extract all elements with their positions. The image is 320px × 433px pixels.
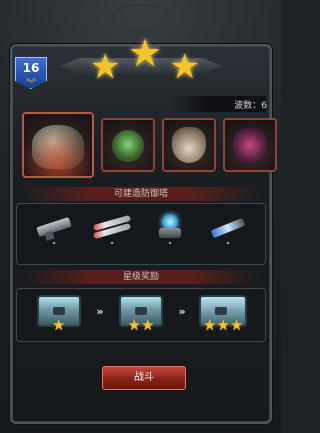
tower-slot[interactable]: ▪	[147, 214, 193, 245]
boss-enemy-portrait[interactable]	[22, 112, 94, 178]
star-icon: ★	[90, 47, 121, 87]
reward-stars: ★★★	[203, 316, 244, 334]
reward-stars: ★★	[127, 316, 155, 334]
green-alien-icon	[112, 130, 144, 162]
star-icon: ★	[169, 47, 200, 87]
reward-two-star[interactable]: ★★	[115, 295, 167, 333]
missile-tower-icon	[91, 214, 133, 240]
red-mech-icon	[233, 128, 267, 163]
towers-section-title: 可建造防御塔	[22, 187, 260, 201]
reward-stars: ★	[52, 316, 66, 334]
star-icon: ★	[127, 31, 163, 75]
reward-three-star[interactable]: ★★★	[197, 295, 249, 333]
rewards-section-title: 星级奖励	[22, 270, 260, 284]
rank-wings-icon: ︾	[26, 79, 36, 90]
tower-slot[interactable]: ▪	[31, 214, 77, 245]
rewards-box: ★ » ★★ » ★★★	[16, 288, 266, 342]
tower-slot[interactable]: ▪	[89, 214, 135, 245]
towers-box: ▪ ▪ ▪ ▪	[16, 203, 266, 265]
laser-tower-icon	[207, 214, 249, 239]
enemy-list	[22, 110, 277, 180]
double-chevron-right-icon: »	[96, 304, 104, 318]
reward-one-star[interactable]: ★	[33, 295, 85, 333]
enemy-portrait[interactable]	[162, 118, 216, 172]
enemy-portrait[interactable]	[101, 118, 155, 172]
level-number: 16	[22, 61, 40, 75]
bone-creature-icon	[172, 127, 206, 163]
gatling-tower-icon	[33, 214, 75, 238]
double-chevron-right-icon: »	[178, 304, 186, 318]
tesla-tower-icon	[149, 214, 191, 238]
fight-button[interactable]: 战斗	[102, 366, 186, 390]
background-emblem	[110, 4, 171, 32]
level-stars: ★ ★ ★	[90, 34, 200, 87]
enemy-portrait[interactable]	[223, 118, 277, 172]
tower-slot[interactable]: ▪	[205, 214, 251, 245]
